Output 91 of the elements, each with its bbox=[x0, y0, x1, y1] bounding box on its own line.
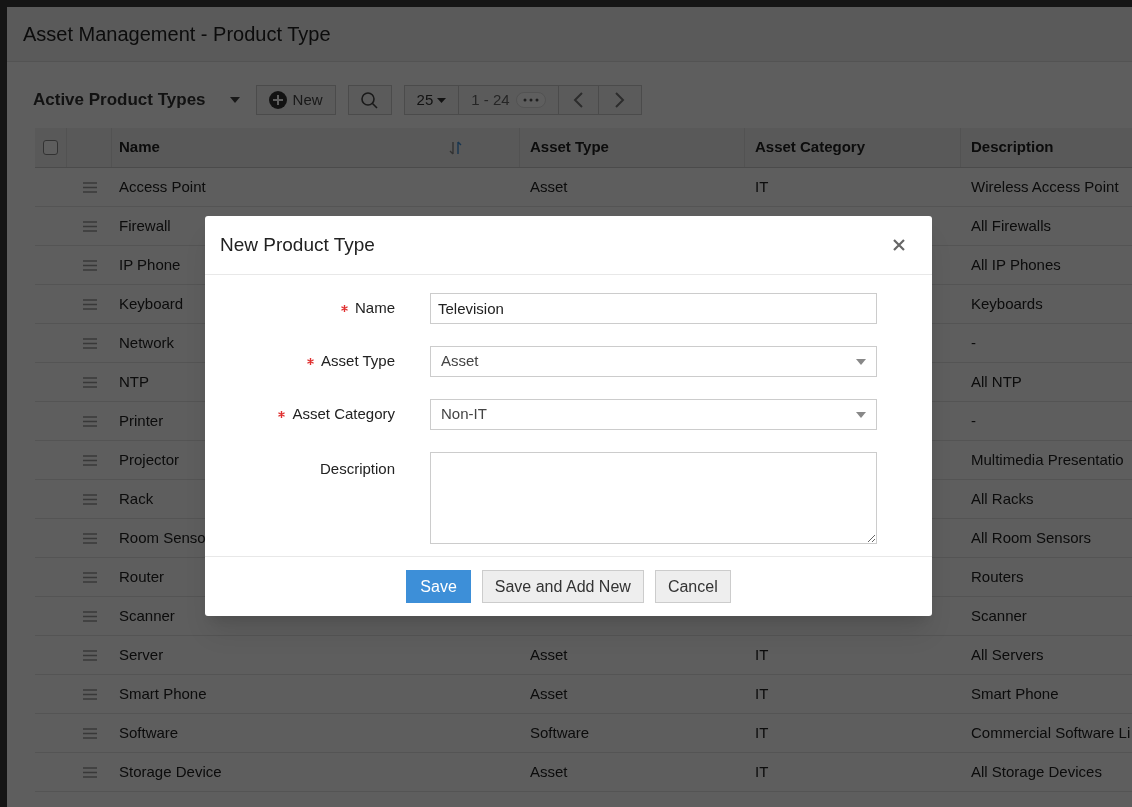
description-field[interactable] bbox=[430, 452, 877, 544]
drag-handle-icon[interactable] bbox=[82, 610, 97, 622]
table-cell-text: Smart Phone bbox=[971, 683, 1059, 704]
table-cell-text: Printer bbox=[119, 410, 164, 431]
drag-handle-icon[interactable] bbox=[82, 337, 97, 349]
table-cell-text: All Racks bbox=[971, 488, 1034, 509]
dialog-title: New Product Type bbox=[220, 232, 375, 257]
table-cell-text: All IP Phones bbox=[971, 254, 1061, 275]
drag-handle-icon[interactable] bbox=[82, 454, 97, 466]
name-field[interactable]: Television bbox=[430, 293, 877, 324]
table-cell-text: - bbox=[971, 332, 976, 353]
field-label: Asset Category bbox=[292, 403, 395, 424]
table-cell-text: Software bbox=[119, 722, 179, 743]
table-cell-text: All Firewalls bbox=[971, 215, 1051, 236]
table-cell-text: Scanner bbox=[119, 605, 175, 626]
table-cell-text: All Servers bbox=[971, 644, 1044, 665]
page-size-dropdown[interactable]: 25 bbox=[404, 86, 460, 114]
column-header[interactable]: Asset Type bbox=[530, 136, 609, 159]
table-cell-text: Rack bbox=[119, 488, 154, 509]
select-all-checkbox[interactable] bbox=[43, 140, 58, 155]
table-cell-text: IT bbox=[755, 722, 769, 743]
drag-handle-icon[interactable] bbox=[82, 415, 97, 427]
drag-handle-icon[interactable] bbox=[82, 688, 97, 700]
table-cell-text: Asset bbox=[530, 761, 568, 782]
table-cell-text: - bbox=[971, 410, 976, 431]
dialog-button[interactable]: Save and Add New bbox=[481, 570, 644, 603]
table-cell-text: IT bbox=[755, 761, 769, 782]
table-cell-text: Keyboard bbox=[119, 293, 184, 314]
caret-icon bbox=[856, 358, 866, 365]
table-cell-text: Server bbox=[119, 644, 164, 665]
table-cell-text: Scanner bbox=[971, 605, 1027, 626]
caret-icon bbox=[856, 411, 866, 418]
dropdown-field[interactable]: Non-IT bbox=[430, 399, 877, 430]
table-cell-text: IT bbox=[755, 644, 769, 665]
table-cell-text: IP Phone bbox=[119, 254, 181, 275]
new-button[interactable]: New bbox=[255, 85, 336, 115]
column-header[interactable]: Description bbox=[971, 136, 1054, 159]
drag-handle-icon[interactable] bbox=[82, 649, 97, 661]
drag-handle-icon[interactable] bbox=[82, 532, 97, 544]
table-cell-text: Room Senso bbox=[119, 527, 206, 548]
plus-circle-icon bbox=[268, 91, 287, 109]
dropdown-field[interactable]: Asset bbox=[430, 346, 877, 377]
drag-handle-icon[interactable] bbox=[82, 376, 97, 388]
table-cell-text: Multimedia Presentatio bbox=[971, 449, 1124, 470]
drag-handle-icon[interactable] bbox=[82, 571, 97, 583]
table-cell-text: All NTP bbox=[971, 371, 1022, 392]
caret-icon bbox=[437, 97, 447, 103]
table-cell-text: Storage Device bbox=[119, 761, 222, 782]
drag-handle-icon[interactable] bbox=[82, 493, 97, 505]
sort-icon[interactable] bbox=[449, 139, 463, 156]
table-cell-text: Asset bbox=[530, 644, 568, 665]
close-icon[interactable] bbox=[893, 239, 905, 251]
table-cell-text: Access Point bbox=[119, 176, 206, 197]
chevron-right-icon bbox=[614, 92, 625, 108]
table-cell-text: Firewall bbox=[119, 215, 171, 236]
table-cell-text: Projector bbox=[119, 449, 180, 470]
table-cell-text: Network bbox=[119, 332, 174, 353]
column-header[interactable]: Asset Category bbox=[755, 136, 866, 159]
table-cell-text: Keyboards bbox=[971, 293, 1043, 314]
more-icon[interactable] bbox=[515, 92, 546, 108]
drag-handle-icon[interactable] bbox=[82, 727, 97, 739]
table-cell-text: Commercial Software Li bbox=[971, 722, 1131, 743]
page-title: Asset Management - Product Type bbox=[23, 22, 331, 47]
dialog-button[interactable]: Save bbox=[406, 570, 471, 603]
field-label: Description bbox=[319, 458, 395, 479]
dialog-button[interactable]: Cancel bbox=[654, 570, 731, 603]
table-cell-text: Routers bbox=[971, 566, 1024, 587]
table-cell-text: Software bbox=[530, 722, 590, 743]
drag-handle-icon[interactable] bbox=[82, 766, 97, 778]
search-icon bbox=[361, 91, 379, 109]
chevron-left-icon bbox=[573, 92, 584, 108]
table-cell-text: Wireless Access Point bbox=[971, 176, 1119, 197]
table-cell-text: All Storage Devices bbox=[971, 761, 1102, 782]
table-cell-text: Asset bbox=[530, 683, 568, 704]
drag-handle-icon[interactable] bbox=[82, 181, 97, 193]
drag-handle-icon[interactable] bbox=[82, 298, 97, 310]
caret-icon[interactable] bbox=[229, 97, 240, 103]
drag-handle-icon[interactable] bbox=[82, 259, 97, 271]
table-cell-text: NTP bbox=[119, 371, 149, 392]
field-label: Name bbox=[355, 297, 395, 318]
table-cell-text: All Room Sensors bbox=[971, 527, 1092, 548]
search-button[interactable] bbox=[347, 85, 392, 115]
table-cell-text: Smart Phone bbox=[119, 683, 207, 704]
view-title: Active Product Types bbox=[33, 89, 206, 112]
table-cell-text: IT bbox=[755, 176, 769, 197]
drag-handle-icon[interactable] bbox=[82, 220, 97, 232]
table-cell-text: IT bbox=[755, 683, 769, 704]
field-label: Asset Type bbox=[321, 350, 395, 371]
table-cell-text: Router bbox=[119, 566, 165, 587]
column-header[interactable]: Name bbox=[119, 136, 160, 159]
table-cell-text: Asset bbox=[530, 176, 568, 197]
